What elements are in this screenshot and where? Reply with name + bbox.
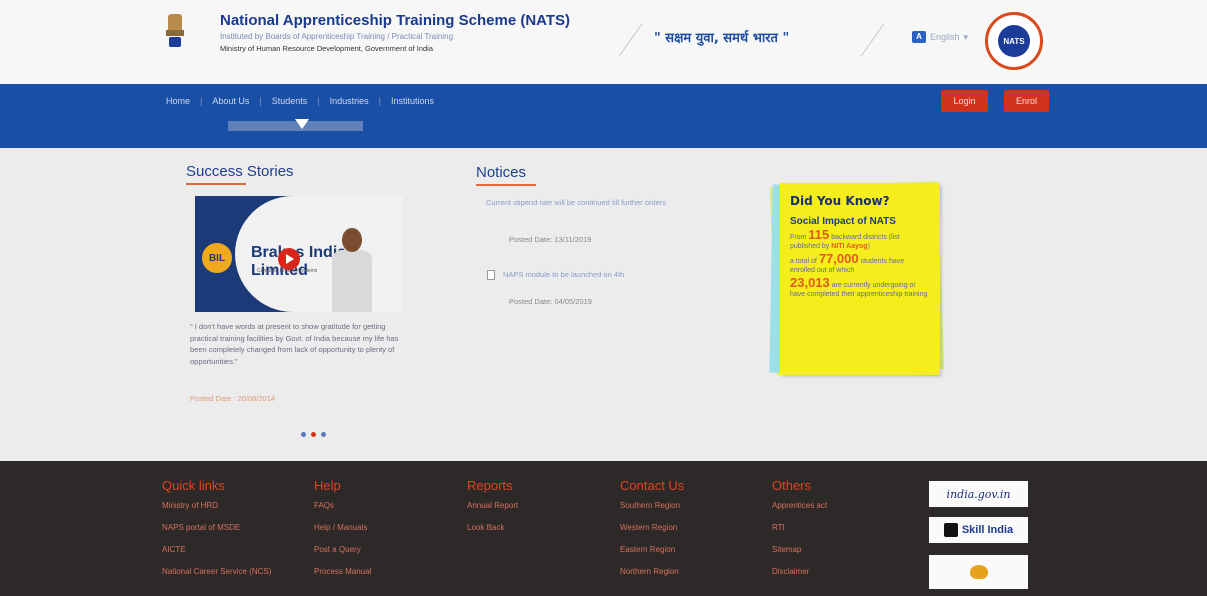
footer-link[interactable]: Apprentices act bbox=[772, 500, 827, 511]
nav-about-us[interactable]: About Us bbox=[202, 96, 259, 106]
pdf-icon bbox=[487, 270, 495, 280]
footer-link[interactable]: RTI bbox=[772, 522, 827, 533]
translate-icon: A bbox=[912, 31, 926, 43]
footer-others: Others Apprentices act RTI Sitemap Discl… bbox=[772, 478, 828, 577]
india-gov-badge[interactable]: india.gov.in bbox=[929, 481, 1028, 507]
footer-link[interactable]: Process Manual bbox=[314, 566, 371, 577]
caret-down-icon bbox=[295, 119, 309, 129]
notice-link[interactable]: NAPS module to be launched on 4th bbox=[503, 270, 693, 280]
footer-link[interactable]: Post a Query bbox=[314, 544, 371, 555]
skill-india-icon bbox=[943, 523, 958, 537]
site-title[interactable]: National Apprenticeship Training Scheme … bbox=[220, 12, 570, 29]
footer-link[interactable]: Ministry of HRD bbox=[162, 500, 271, 511]
districts-count: 115 bbox=[808, 227, 830, 242]
video-brand-text: Brakes India Limited bbox=[251, 244, 347, 279]
footer-link[interactable]: Eastern Region bbox=[620, 544, 684, 555]
play-icon[interactable] bbox=[278, 248, 300, 270]
carousel-dot[interactable] bbox=[321, 432, 326, 437]
language-select[interactable]: A English ▾ bbox=[912, 31, 968, 43]
footer-help: Help FAQs Help / Manuals Post a Query Pr… bbox=[314, 478, 372, 577]
footer-link[interactable]: AICTE bbox=[162, 544, 271, 555]
footer-quick-links: Quick links Ministry of HRD NAPS portal … bbox=[162, 478, 272, 577]
did-you-know-card: Did You Know? Social Impact of NATS From… bbox=[780, 183, 940, 375]
tagline: " सक्षम युवा, समर्थ भारत " bbox=[654, 31, 790, 46]
carousel-dot[interactable] bbox=[301, 432, 306, 437]
brand-logo: BIL bbox=[199, 240, 235, 276]
notices-title: Notices bbox=[476, 164, 537, 186]
footer-link[interactable]: Annual Report bbox=[467, 500, 518, 511]
speaker-figure bbox=[332, 228, 372, 312]
carousel-dots bbox=[301, 432, 326, 437]
enrol-button[interactable]: Enrol bbox=[1004, 90, 1049, 112]
ministry-text: Ministry of Human Resource Development, … bbox=[220, 44, 434, 53]
notice-date: Posted Date: 04/05/2019 bbox=[509, 297, 592, 306]
success-story-date: Posted Date : 20/08/2014 bbox=[190, 394, 276, 403]
nav-home[interactable]: Home bbox=[166, 96, 200, 106]
footer-link[interactable]: National Career Service (NCS) bbox=[162, 566, 271, 577]
did-you-know-heading: Did You Know? bbox=[790, 194, 890, 208]
footer-link[interactable]: Southern Region bbox=[620, 500, 684, 511]
footer-contact: Contact Us Southern Region Western Regio… bbox=[620, 478, 685, 577]
site-subtitle: Instituted by Boards of Apprenticeship T… bbox=[220, 32, 454, 41]
skill-india-badge[interactable]: Skill India bbox=[929, 517, 1028, 543]
nav-institutions[interactable]: Institutions bbox=[381, 96, 444, 106]
footer-reports: Reports Annual Report Look Back bbox=[467, 478, 519, 533]
footer-link[interactable]: Western Region bbox=[620, 522, 684, 533]
footer-link[interactable]: Look Back bbox=[467, 522, 518, 533]
nats-logo[interactable]: NATS bbox=[985, 12, 1043, 70]
notice-date: Posted Date: 13/11/2019 bbox=[509, 235, 592, 244]
national-emblem-icon bbox=[166, 14, 184, 47]
nav-students[interactable]: Students bbox=[262, 96, 318, 106]
footer-link[interactable]: Disclaimer bbox=[772, 566, 827, 577]
chevron-down-icon: ▾ bbox=[963, 31, 969, 42]
footer-link[interactable]: Help / Manuals bbox=[314, 522, 371, 533]
ncs-logo-icon bbox=[969, 565, 988, 579]
logo-text: NATS bbox=[998, 25, 1030, 57]
footer-link[interactable]: Northern Region bbox=[620, 566, 684, 577]
footer-link[interactable]: NAPS portal of MSDE bbox=[162, 522, 271, 533]
site-header: National Apprenticeship Training Scheme … bbox=[0, 0, 1207, 84]
notice-link[interactable]: Current stipend rate will be continued t… bbox=[486, 198, 696, 208]
success-stories-title: Success Stories bbox=[186, 163, 294, 185]
success-story-quote: " I don't have words at present to show … bbox=[190, 322, 399, 366]
footer-link[interactable]: FAQs bbox=[314, 500, 371, 511]
success-story-video[interactable]: BIL Brakes India Limited Complete Brakin… bbox=[195, 196, 403, 312]
divider bbox=[860, 23, 885, 57]
nav-industries[interactable]: Industries bbox=[320, 96, 379, 106]
divider bbox=[618, 23, 643, 57]
main-nav: Home | About Us | Students | Industries … bbox=[0, 84, 1207, 148]
site-footer: Quick links Ministry of HRD NAPS portal … bbox=[0, 461, 1207, 596]
login-button[interactable]: Login bbox=[941, 90, 988, 112]
carousel-dot-active[interactable] bbox=[311, 432, 316, 437]
completed-count: 23,013 bbox=[790, 275, 830, 290]
language-label: English bbox=[930, 32, 960, 42]
students-count: 77,000 bbox=[818, 251, 859, 266]
social-impact-title: Social Impact of NATS bbox=[790, 216, 896, 227]
national-career-service-badge[interactable] bbox=[929, 555, 1028, 589]
footer-link[interactable]: Sitemap bbox=[772, 544, 827, 555]
